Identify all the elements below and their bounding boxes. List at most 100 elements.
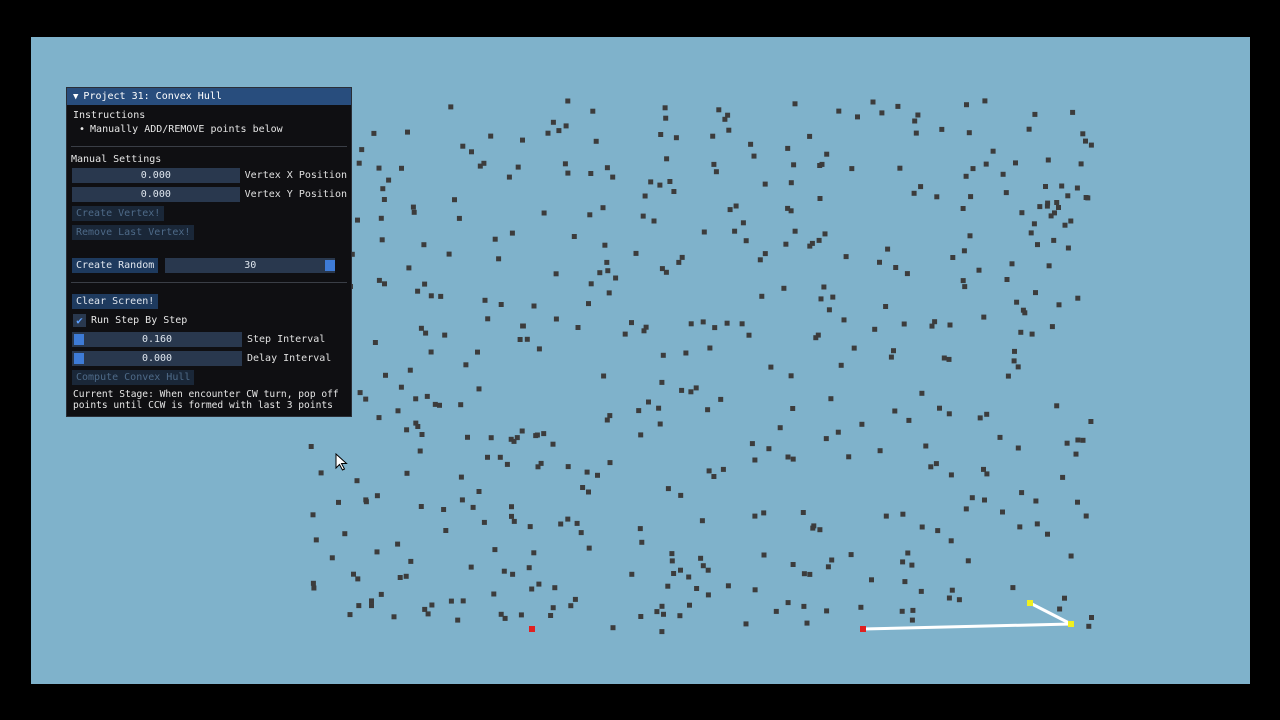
point [711, 161, 717, 167]
point [587, 212, 593, 218]
point [659, 629, 665, 635]
point [347, 612, 353, 618]
point [963, 173, 969, 179]
point [1015, 445, 1021, 451]
point [821, 284, 827, 290]
render-viewport[interactable]: ▼ Project 31: Convex Hull Instructions •… [31, 37, 1250, 684]
point [501, 568, 507, 574]
point [535, 464, 541, 470]
point [425, 611, 431, 617]
point [910, 607, 916, 613]
delay-interval-slider[interactable]: 0.000 [72, 351, 242, 366]
create-random-button[interactable]: Create Random [72, 258, 159, 273]
point [641, 328, 647, 334]
panel-titlebar[interactable]: ▼ Project 31: Convex Hull [67, 88, 351, 105]
point [900, 511, 906, 517]
point [380, 186, 386, 192]
vertex-x-input[interactable]: 0.000 [72, 168, 240, 183]
point [1086, 623, 1092, 629]
point [491, 591, 497, 597]
point [1018, 329, 1024, 335]
point [761, 510, 767, 516]
step-by-step-checkbox[interactable]: ✔ [73, 314, 86, 327]
point [1078, 161, 1084, 167]
point [902, 579, 908, 585]
step-interval-slider[interactable]: 0.160 [72, 332, 242, 347]
point [356, 603, 362, 609]
point [783, 241, 789, 247]
point [667, 179, 673, 184]
point [788, 208, 794, 214]
point [746, 332, 752, 338]
point [970, 166, 976, 172]
point [929, 323, 935, 329]
random-count-slider[interactable]: 30 [165, 258, 336, 273]
point [883, 304, 889, 309]
remove-last-vertex-button[interactable]: Remove Last Vertex! [72, 225, 195, 240]
point [629, 320, 634, 326]
point [773, 608, 779, 614]
point [485, 454, 490, 460]
point [556, 128, 562, 134]
point [391, 614, 397, 620]
slider-grab-handle[interactable] [74, 334, 84, 345]
point [946, 411, 952, 417]
point [899, 608, 905, 614]
point [369, 598, 374, 604]
point [1065, 193, 1071, 199]
point [605, 268, 611, 274]
point [488, 133, 494, 139]
point [517, 337, 523, 342]
point [677, 613, 683, 619]
point [418, 504, 424, 509]
point [848, 552, 854, 558]
point [1013, 160, 1018, 166]
point [800, 510, 806, 515]
point [948, 472, 954, 478]
point [781, 285, 787, 291]
point [374, 493, 380, 499]
point [752, 513, 758, 519]
highlight-point-red [529, 626, 535, 632]
point [383, 372, 388, 378]
point [565, 516, 571, 522]
point [568, 603, 574, 609]
point [509, 513, 514, 519]
point [536, 346, 542, 352]
point [743, 238, 749, 244]
compute-convex-hull-button[interactable]: Compute Convex Hull [72, 370, 195, 385]
point [811, 523, 817, 529]
point [492, 236, 498, 242]
point [981, 314, 987, 320]
point [1075, 499, 1080, 505]
create-vertex-button[interactable]: Create Vertex! [72, 206, 165, 221]
point [678, 567, 683, 573]
point [541, 210, 547, 216]
point [1051, 237, 1057, 243]
point [463, 362, 469, 368]
point [423, 330, 429, 336]
point [904, 271, 910, 277]
clear-screen-button[interactable]: Clear Screen! [72, 294, 159, 309]
point [711, 474, 717, 479]
point [712, 325, 718, 331]
point [1010, 585, 1016, 591]
point [488, 435, 494, 441]
point [710, 133, 716, 139]
point [417, 448, 423, 454]
point [824, 608, 830, 614]
point [640, 213, 646, 219]
point [934, 194, 940, 200]
point [948, 538, 954, 544]
slider-grab-handle[interactable] [325, 260, 336, 271]
vertex-y-input[interactable]: 0.000 [72, 187, 240, 202]
point [660, 352, 666, 358]
point [662, 105, 668, 111]
point [977, 415, 983, 421]
point [565, 170, 571, 176]
slider-grab-handle[interactable] [74, 353, 84, 364]
point [629, 571, 635, 577]
point [406, 265, 412, 271]
point [946, 356, 952, 362]
collapse-arrow-icon[interactable]: ▼ [73, 92, 78, 102]
